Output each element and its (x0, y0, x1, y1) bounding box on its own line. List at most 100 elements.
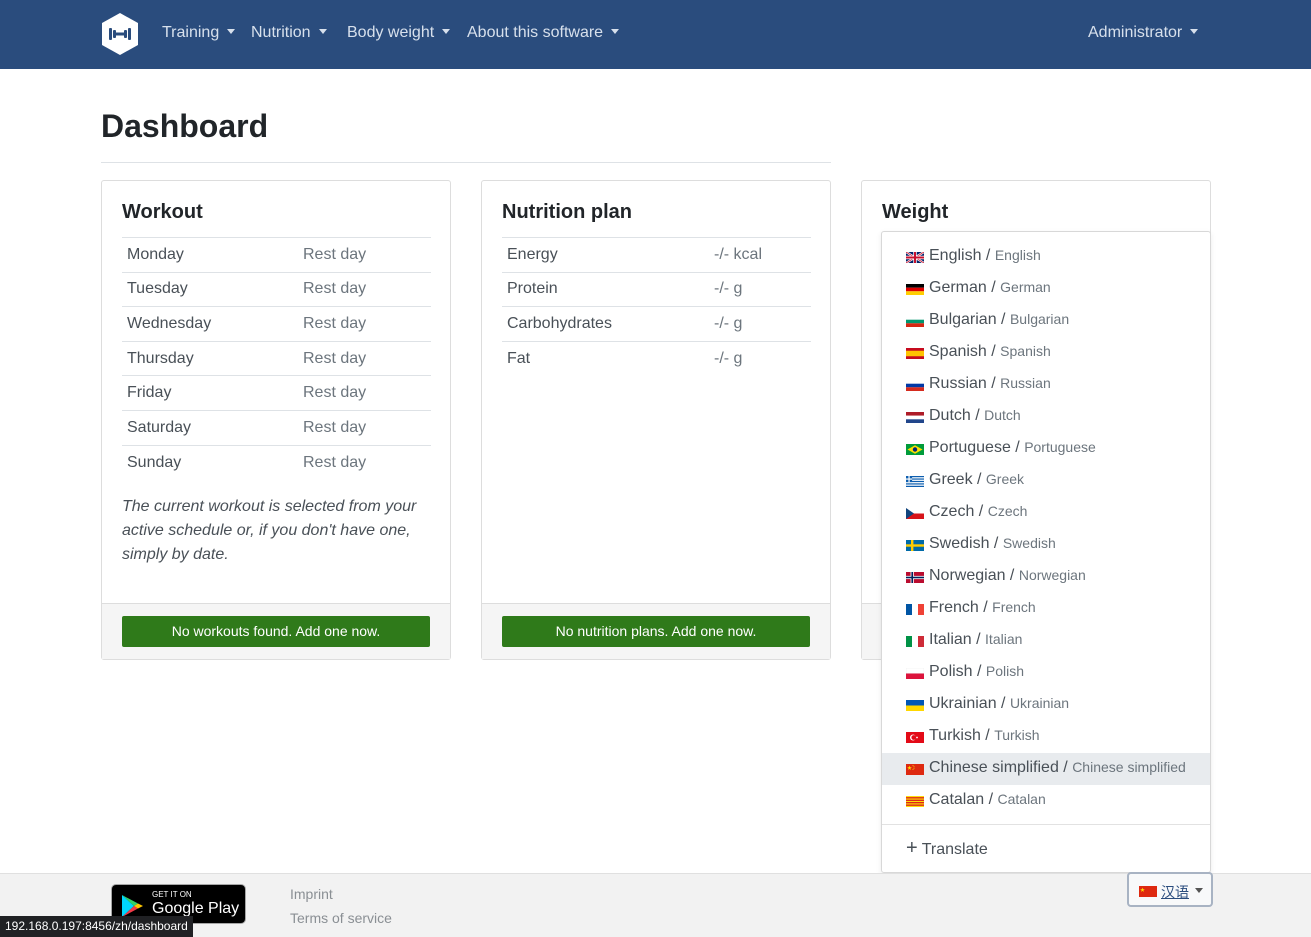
nav-about[interactable]: About this software (467, 24, 620, 42)
nutrient-cell: Energy (502, 237, 709, 273)
status-bar-url: 192.168.0.197:8456/zh/dashboard (0, 916, 193, 937)
nav-body-weight[interactable]: Body weight (347, 24, 451, 42)
language-name: Spanish (929, 343, 987, 360)
add-workout-button[interactable]: No workouts found. Add one now. (122, 616, 430, 647)
chevron-down-icon (611, 29, 620, 34)
cn-flag-icon (906, 764, 924, 775)
cn-flag-icon (1139, 886, 1157, 897)
language-item-spanish[interactable]: Spanish / Spanish (882, 337, 1210, 369)
se-flag-icon (906, 540, 924, 551)
language-name: Greek (929, 471, 973, 488)
chevron-down-icon (318, 29, 327, 34)
nutrient-cell: Protein (502, 271, 709, 307)
translate-label: Translate (921, 841, 988, 858)
ru-flag-icon (906, 380, 924, 391)
table-row: Thursday Rest day (122, 340, 431, 376)
language-selector-button[interactable]: 汉语 (1127, 872, 1213, 907)
store-badge-small-text: GET IT ON (152, 890, 192, 899)
language-name: Chinese simplified (929, 759, 1059, 776)
language-item-ukrainian[interactable]: Ukrainian / Ukrainian (882, 689, 1210, 721)
language-item-german[interactable]: German / German (882, 273, 1210, 305)
table-row: Energy -/- kcal (502, 237, 811, 273)
language-name: Swedish (929, 535, 990, 552)
language-native-name: Greek (985, 471, 1025, 487)
language-item-english[interactable]: English / English (882, 241, 1210, 273)
nutrient-cell: Carbohydrates (502, 306, 709, 342)
nutrient-value-cell: -/- g (709, 306, 811, 342)
nav-nutrition[interactable]: Nutrition (251, 24, 327, 42)
chevron-down-icon (1190, 29, 1199, 34)
workout-cell: Rest day (298, 444, 431, 480)
language-item-turkish[interactable]: Turkish / Turkish (882, 721, 1210, 753)
language-item-catalan[interactable]: Catalan / Catalan (882, 785, 1210, 817)
nav-training[interactable]: Training (162, 24, 236, 42)
table-row: Carbohydrates -/- g (502, 306, 811, 342)
workout-card: Workout Monday Rest day Tuesday Rest day W… (101, 180, 451, 660)
gb-flag-icon (906, 252, 924, 263)
language-item-bulgarian[interactable]: Bulgarian / Bulgarian (882, 305, 1210, 337)
language-name: Bulgarian (929, 311, 997, 328)
language-native-name: Chinese simplified (1072, 759, 1186, 775)
day-cell: Saturday (122, 409, 298, 446)
nav-user-menu[interactable]: Administrator (1088, 24, 1199, 42)
language-name: Ukrainian (929, 695, 997, 712)
language-item-dutch[interactable]: Dutch / Dutch (882, 401, 1210, 433)
language-native-name: English (994, 247, 1041, 263)
weight-card-title: Weight (882, 201, 949, 223)
dumbbell-logo-icon[interactable] (100, 12, 140, 56)
terms-link[interactable]: Terms of service (290, 910, 392, 926)
chevron-down-icon (442, 29, 451, 34)
language-item-polish[interactable]: Polish / Polish (882, 657, 1210, 689)
language-name: Italian (929, 631, 972, 648)
language-native-name: Dutch (984, 407, 1021, 423)
language-item-norwegian[interactable]: Norwegian / Norwegian (882, 561, 1210, 593)
imprint-link[interactable]: Imprint (290, 886, 333, 902)
workout-cell: Rest day (298, 340, 431, 376)
table-row: Saturday Rest day (122, 409, 431, 446)
translate-link[interactable]: + Translate (906, 837, 988, 859)
table-row: Fat -/- g (502, 340, 811, 376)
language-native-name: Polish (985, 663, 1025, 679)
table-row: Wednesday Rest day (122, 306, 431, 342)
language-item-portuguese[interactable]: Portuguese / Portuguese (882, 433, 1210, 465)
language-name: English (929, 247, 982, 264)
nutrition-table: Energy -/- kcal Protein -/- g Carbohydrate… (502, 237, 811, 376)
language-item-russian[interactable]: Russian / Russian (882, 369, 1210, 401)
language-native-name: Bulgarian (1009, 311, 1070, 327)
add-nutrition-plan-button[interactable]: No nutrition plans. Add one now. (502, 616, 810, 647)
workout-note: The current workout is selected from you… (122, 498, 417, 563)
table-row: Friday Rest day (122, 375, 431, 411)
day-cell: Monday (122, 237, 298, 273)
language-name: Portuguese (929, 439, 1011, 456)
language-selector-label: 汉语 (1161, 884, 1189, 900)
language-item-greek[interactable]: Greek / Greek (882, 465, 1210, 497)
fr-flag-icon (906, 604, 924, 615)
nutrient-cell: Fat (502, 340, 709, 376)
day-cell: Friday (122, 375, 298, 411)
day-cell: Sunday (122, 444, 298, 480)
table-row: Protein -/- g (502, 271, 811, 307)
language-name: German (929, 279, 987, 296)
language-item-chinese-simplified[interactable]: Chinese simplified / Chinese simplified (882, 753, 1210, 785)
language-name: Turkish (929, 727, 981, 744)
language-native-name: Portuguese (1024, 439, 1096, 455)
title-divider (101, 162, 831, 163)
cz-flag-icon (906, 508, 924, 519)
nutrition-card: Nutrition plan Energy -/- kcal Protein -/-… (481, 180, 831, 660)
language-item-czech[interactable]: Czech / Czech (882, 497, 1210, 529)
ca-flag-icon (906, 796, 924, 807)
language-item-swedish[interactable]: Swedish / Swedish (882, 529, 1210, 561)
plus-icon: + (906, 837, 918, 859)
language-item-italian[interactable]: Italian / Italian (882, 625, 1210, 657)
chevron-down-icon (227, 29, 236, 34)
workout-cell: Rest day (298, 409, 431, 446)
language-item-french[interactable]: French / French (882, 593, 1210, 625)
workout-cell: Rest day (298, 237, 431, 273)
nl-flag-icon (906, 412, 924, 423)
workout-table: Monday Rest day Tuesday Rest day Wednesday… (122, 237, 431, 480)
pl-flag-icon (906, 668, 924, 679)
nutrient-value-cell: -/- g (709, 340, 811, 376)
language-native-name: Russian (1000, 375, 1051, 391)
language-name: Czech (929, 503, 975, 520)
bg-flag-icon (906, 316, 924, 327)
